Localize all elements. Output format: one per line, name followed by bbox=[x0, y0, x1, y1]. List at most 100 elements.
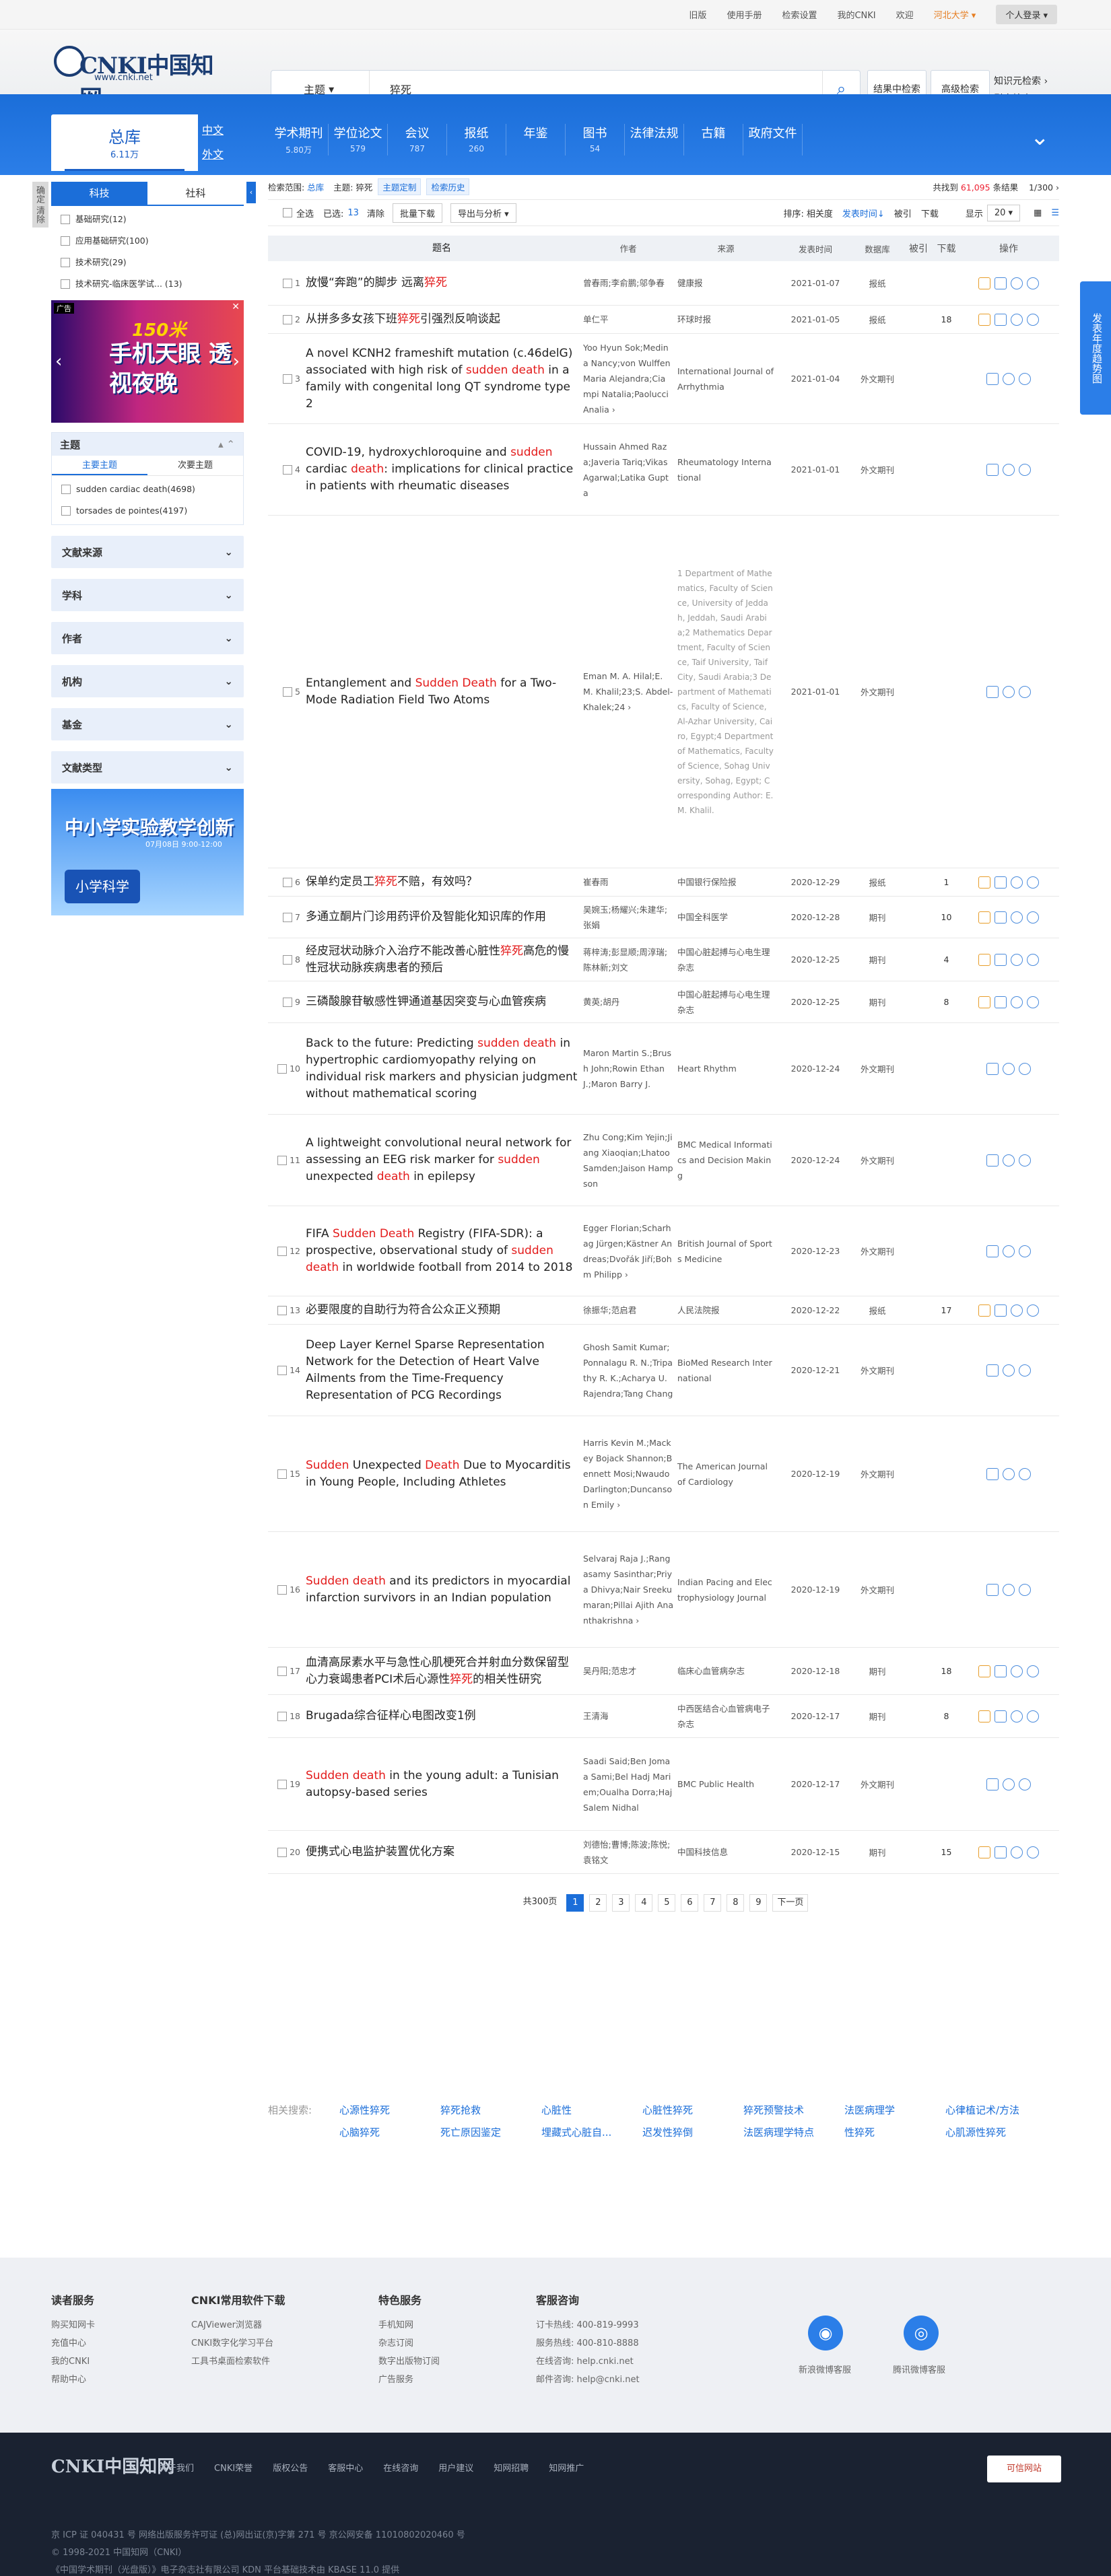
tab-db-1[interactable]: 学位论文 579 bbox=[329, 124, 388, 155]
result-source[interactable]: Rheumatology International bbox=[677, 454, 778, 485]
footer-bottom-link[interactable]: 在线咨询 bbox=[383, 2461, 418, 2474]
read-icon[interactable] bbox=[986, 1467, 999, 1480]
result-authors[interactable]: 吴丹阳;范忠才 bbox=[583, 1663, 677, 1679]
result-title[interactable]: A novel KCNH2 frameshift mutation (c.46d… bbox=[306, 345, 583, 413]
checkbox[interactable] bbox=[283, 464, 293, 475]
checkbox[interactable] bbox=[283, 997, 293, 1007]
filter-checkbox-item[interactable]: 技术研究(29) bbox=[51, 252, 244, 273]
quote-icon[interactable] bbox=[1027, 277, 1039, 289]
related-search-link[interactable]: 心脑猝死 bbox=[339, 2125, 440, 2139]
result-title[interactable]: Deep Layer Kernel Sparse Representation … bbox=[306, 1337, 583, 1404]
related-search-link[interactable]: 心脏性 bbox=[541, 2103, 642, 2117]
facet-section[interactable]: 基金 ⌄ bbox=[51, 708, 244, 740]
result-title[interactable]: COVID-19, hydroxychloroquine and sudden … bbox=[306, 444, 583, 495]
favorite-icon[interactable] bbox=[1003, 1467, 1015, 1480]
related-search-link[interactable]: 死亡原因鉴定 bbox=[440, 2125, 541, 2139]
download-icon[interactable] bbox=[978, 1846, 990, 1858]
result-authors[interactable]: Ghosh Samit Kumar;Ponnalagu R. N.;Tripat… bbox=[583, 1339, 677, 1401]
row-select[interactable]: 19 bbox=[268, 1779, 306, 1789]
result-source[interactable]: 中国心脏起搏与心电生理杂志 bbox=[677, 987, 778, 1018]
facet-checkbox-item[interactable]: sudden cardiac death(4698) bbox=[52, 479, 243, 500]
facet-section[interactable]: 文献类型 ⌄ bbox=[51, 751, 244, 784]
tab-db-4[interactable]: 年鉴 bbox=[506, 124, 566, 155]
download-icon[interactable] bbox=[978, 313, 990, 326]
read-icon[interactable] bbox=[986, 1245, 999, 1257]
export-analyze-button[interactable]: 导出与分析 ▾ bbox=[450, 203, 516, 223]
favorite-icon[interactable] bbox=[1003, 1245, 1015, 1257]
row-select[interactable]: 18 bbox=[268, 1711, 306, 1721]
result-title[interactable]: FIFA Sudden Death Registry (FIFA-SDR): a… bbox=[306, 1226, 583, 1276]
favorite-icon[interactable] bbox=[1011, 996, 1023, 1008]
quote-icon[interactable] bbox=[1019, 1467, 1031, 1480]
ad-banner-science[interactable]: 中小学实验教学创新 07月08日 9:00-12:00 小学科学 bbox=[51, 789, 244, 915]
result-authors[interactable]: 单仁平 bbox=[583, 312, 677, 327]
result-source[interactable]: 健康报 bbox=[677, 275, 778, 291]
footer-link[interactable]: 购买知网卡 bbox=[51, 2316, 95, 2334]
footer-link[interactable]: CNKI数字化学习平台 bbox=[191, 2334, 285, 2353]
read-icon[interactable] bbox=[986, 1154, 999, 1167]
lang-foreign[interactable]: 外文 bbox=[202, 143, 224, 167]
sort-date[interactable]: 发表时间↓ bbox=[842, 207, 885, 219]
result-title[interactable]: Brugada综合征样心电图改变1例 bbox=[306, 1708, 583, 1725]
chevron-right-icon[interactable]: › bbox=[233, 351, 240, 372]
sort-cited[interactable]: 被引 bbox=[894, 207, 912, 219]
facet-section[interactable]: 文献来源 ⌄ bbox=[51, 536, 244, 568]
download-icon[interactable] bbox=[978, 911, 990, 924]
trusted-site-badge[interactable]: 可信网站 bbox=[987, 2456, 1061, 2482]
result-title[interactable]: Sudden death and its predictors in myoca… bbox=[306, 1573, 583, 1607]
result-authors[interactable]: 刘德怡;曹博;陈波;陈悦;袁铭文 bbox=[583, 1837, 677, 1868]
list-view-icon[interactable]: ☰ bbox=[1051, 208, 1059, 218]
checkbox[interactable] bbox=[283, 877, 293, 887]
top-link-old[interactable]: 旧版 bbox=[689, 8, 706, 21]
row-select[interactable]: 7 bbox=[268, 912, 306, 922]
cnki-logo[interactable]: CNKI中国知网 www.cnki.net bbox=[54, 43, 215, 112]
favorite-icon[interactable] bbox=[1011, 1665, 1023, 1677]
favorite-icon[interactable] bbox=[1011, 313, 1023, 326]
checkbox[interactable] bbox=[283, 278, 293, 288]
page-7[interactable]: 7 bbox=[704, 1894, 722, 1912]
related-search-link[interactable]: 心肌源性猝死 bbox=[945, 2125, 1046, 2139]
result-title[interactable]: A lightweight convolutional neural netwo… bbox=[306, 1135, 583, 1185]
top-link-mycnki[interactable]: 我的CNKI bbox=[837, 8, 875, 21]
tab-db-2[interactable]: 会议 787 bbox=[388, 124, 447, 155]
read-icon[interactable] bbox=[986, 1062, 999, 1075]
search-history-button[interactable]: 检索历史 bbox=[426, 178, 470, 195]
footer-link[interactable]: 邮件咨询: help@cnki.net bbox=[536, 2371, 640, 2389]
result-source[interactable]: 中国心脏起搏与心电生理杂志 bbox=[677, 944, 778, 975]
read-icon[interactable] bbox=[995, 1304, 1007, 1317]
result-source[interactable]: 中国全科医学 bbox=[677, 909, 778, 925]
page-3[interactable]: 3 bbox=[612, 1894, 630, 1912]
result-title[interactable]: 必要限度的自助行为符合公众正义预期 bbox=[306, 1302, 583, 1319]
read-icon[interactable] bbox=[995, 277, 1007, 289]
checkbox[interactable] bbox=[283, 374, 293, 384]
next-page-button[interactable]: 下一页 bbox=[772, 1894, 809, 1912]
page-8[interactable]: 8 bbox=[727, 1894, 745, 1912]
favorite-icon[interactable] bbox=[1011, 876, 1023, 889]
row-select[interactable]: 16 bbox=[268, 1585, 306, 1595]
row-select[interactable]: 12 bbox=[268, 1246, 306, 1256]
ad-banner-phone[interactable]: 广告 ✕ 150米 手机天眼 透视夜晚 ‹ › bbox=[51, 300, 244, 423]
result-title[interactable]: Back to the future: Predicting sudden de… bbox=[306, 1035, 583, 1103]
tab-minor-topic[interactable]: 次要主题 bbox=[147, 456, 243, 475]
quote-icon[interactable] bbox=[1019, 685, 1031, 698]
read-icon[interactable] bbox=[995, 911, 1007, 924]
result-title[interactable]: 多通立酮片门诊用药评价及智能化知识库的作用 bbox=[306, 909, 583, 926]
result-source[interactable]: The American Journal of Cardiology bbox=[677, 1459, 778, 1490]
quote-icon[interactable] bbox=[1019, 372, 1031, 385]
chevron-down-icon[interactable]: ⌄ bbox=[1030, 124, 1050, 151]
quote-icon[interactable] bbox=[1027, 1304, 1039, 1317]
footer-link[interactable]: 我的CNKI bbox=[51, 2353, 95, 2371]
result-title[interactable]: 血清高尿素水平与急性心肌梗死合并射血分数保留型心力衰竭患者PCI术后心源性猝死的… bbox=[306, 1655, 583, 1688]
result-title[interactable]: Entanglement and Sudden Death for a Two-… bbox=[306, 675, 583, 709]
checkbox[interactable] bbox=[277, 1666, 288, 1676]
quote-icon[interactable] bbox=[1027, 1710, 1039, 1722]
result-authors[interactable]: Saadi Said;Ben Jomaa Sami;Bel Hadj Marie… bbox=[583, 1753, 677, 1815]
result-title[interactable]: 经皮冠状动脉介入治疗不能改善心脏性猝死高危的慢性冠状动脉疾病患者的预后 bbox=[306, 943, 583, 977]
read-icon[interactable] bbox=[986, 1778, 999, 1790]
row-select[interactable]: 4 bbox=[268, 464, 306, 475]
row-select[interactable]: 1 bbox=[268, 278, 306, 288]
related-search-link[interactable]: 迟发性猝倒 bbox=[642, 2125, 743, 2139]
quote-icon[interactable] bbox=[1027, 1665, 1039, 1677]
result-source[interactable]: BMC Medical Informatics and Decision Mak… bbox=[677, 1137, 778, 1183]
result-authors[interactable]: Selvaraj Raja J.;Rangasamy Sasinthar;Pri… bbox=[583, 1551, 677, 1628]
